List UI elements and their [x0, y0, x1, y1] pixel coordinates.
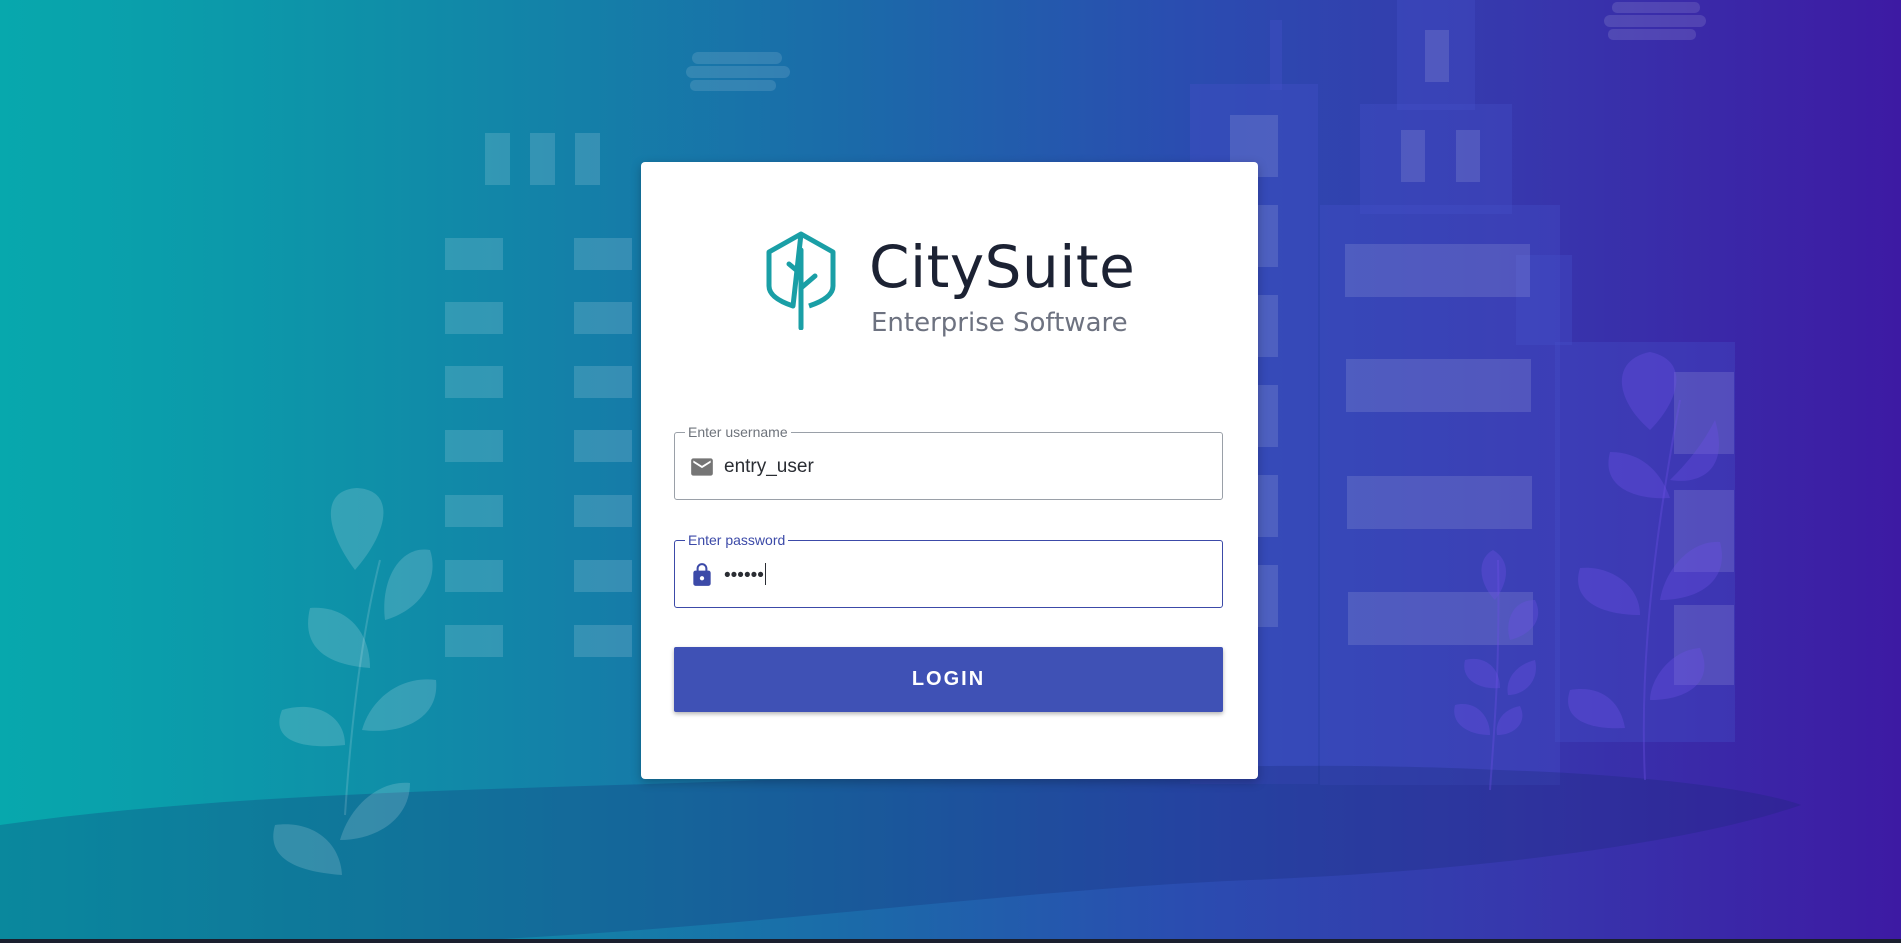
mail-icon — [691, 458, 713, 476]
password-label: Enter password — [685, 532, 789, 548]
login-card: CitySuite Enterprise Software Enter user… — [641, 162, 1258, 779]
brand-name: CitySuite — [869, 233, 1136, 301]
login-page: CitySuite Enterprise Software Enter user… — [0, 0, 1901, 943]
login-button[interactable]: LOGIN — [674, 647, 1223, 712]
username-input[interactable]: entry_user — [724, 455, 814, 479]
password-field[interactable]: Enter password •••••• — [674, 532, 1223, 608]
text-caret — [764, 563, 766, 585]
brand-tagline: Enterprise Software — [871, 308, 1128, 338]
username-field[interactable]: Enter username entry_user — [674, 424, 1223, 500]
username-label: Enter username — [685, 424, 791, 440]
tree-logo-icon — [766, 231, 836, 330]
bottom-edge-strip — [0, 939, 1901, 943]
password-masked-value: •••••• — [724, 565, 764, 586]
password-input[interactable]: •••••• — [724, 563, 766, 588]
brand-logo: CitySuite Enterprise Software — [761, 230, 1141, 340]
lock-icon — [693, 563, 711, 586]
